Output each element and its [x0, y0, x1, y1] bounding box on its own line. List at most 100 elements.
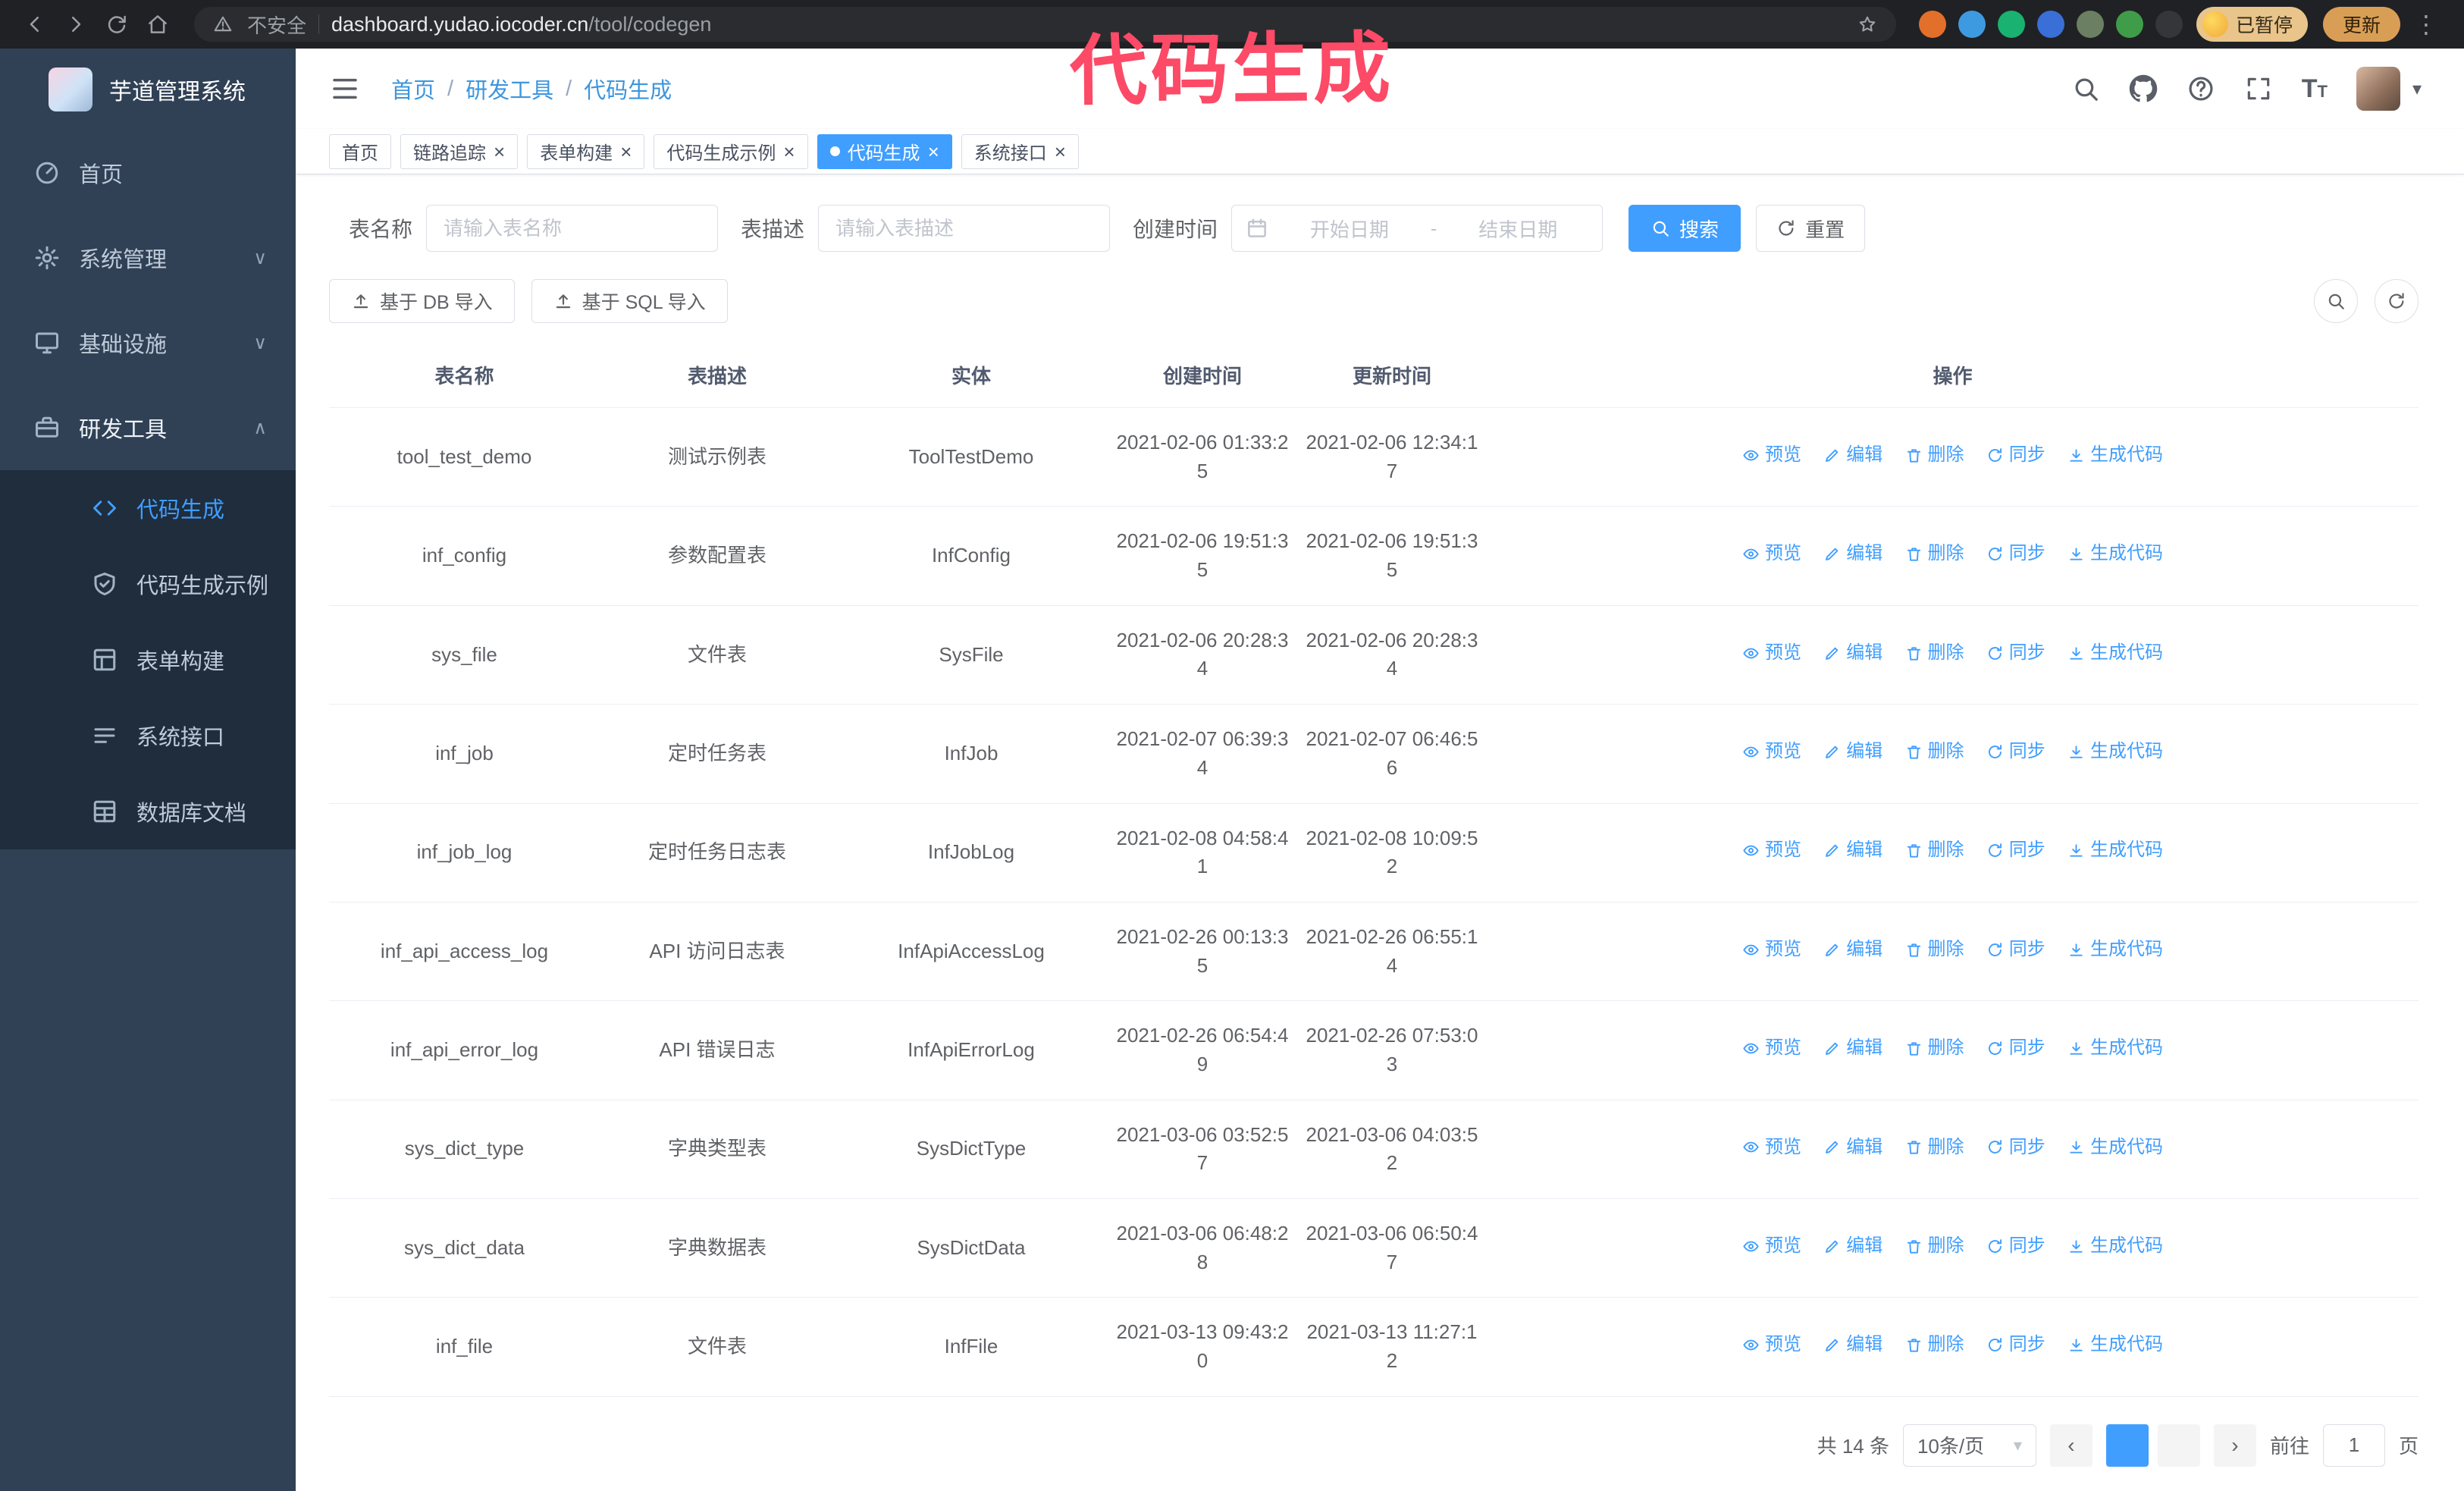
- edit-link[interactable]: 编辑: [1823, 937, 1882, 963]
- reset-button[interactable]: 重置: [1756, 205, 1866, 252]
- create-time-range-picker[interactable]: 开始日期 - 结束日期: [1231, 205, 1603, 252]
- browser-update-button[interactable]: 更新: [2322, 7, 2400, 42]
- search-button[interactable]: 搜索: [1629, 205, 1741, 252]
- sync-link[interactable]: 同步: [1986, 1135, 2045, 1161]
- table-name-input[interactable]: [426, 205, 719, 252]
- goto-page-input[interactable]: [2322, 1424, 2385, 1467]
- generate-code-link[interactable]: 生成代码: [2067, 640, 2163, 667]
- edit-link[interactable]: 编辑: [1823, 739, 1882, 765]
- edit-link[interactable]: 编辑: [1823, 1233, 1882, 1260]
- sidebar-toggle-icon[interactable]: [329, 73, 361, 105]
- sidebar-submenu-item[interactable]: 数据库文档: [0, 774, 296, 849]
- sidebar-menu-item[interactable]: 基础设施 ∨: [0, 300, 296, 385]
- toggle-search-button[interactable]: [2314, 279, 2358, 323]
- generate-code-link[interactable]: 生成代码: [2067, 1135, 2163, 1161]
- tab-close-icon[interactable]: ×: [783, 142, 795, 162]
- sidebar-menu-item[interactable]: 系统管理 ∨: [0, 215, 296, 300]
- edit-link[interactable]: 编辑: [1823, 1135, 1882, 1161]
- sidebar-submenu-item[interactable]: 表单构建: [0, 622, 296, 698]
- fullscreen-icon[interactable]: [2244, 74, 2273, 103]
- breadcrumb-item[interactable]: 首页: [391, 73, 435, 105]
- generate-code-link[interactable]: 生成代码: [2067, 837, 2163, 864]
- home-icon[interactable]: [141, 8, 174, 41]
- edit-link[interactable]: 编辑: [1823, 837, 1882, 864]
- extension-puzzle-icon[interactable]: [2155, 11, 2183, 38]
- app-logo[interactable]: 芋道管理系统: [0, 49, 296, 130]
- generate-code-link[interactable]: 生成代码: [2067, 937, 2163, 963]
- preview-link[interactable]: 预览: [1742, 442, 1801, 469]
- preview-link[interactable]: 预览: [1742, 1035, 1801, 1062]
- extension-leaf-icon[interactable]: [2115, 11, 2143, 38]
- delete-link[interactable]: 删除: [1905, 640, 1964, 667]
- preview-link[interactable]: 预览: [1742, 937, 1801, 963]
- sidebar-submenu-item[interactable]: 代码生成: [0, 470, 296, 546]
- extension-green-check-icon[interactable]: [1997, 11, 2025, 38]
- extension-people-icon[interactable]: [2036, 11, 2064, 38]
- github-icon[interactable]: [2129, 74, 2158, 103]
- preview-link[interactable]: 预览: [1742, 1233, 1801, 1260]
- page-size-select[interactable]: 10条/页 ▾: [1902, 1424, 2036, 1467]
- edit-link[interactable]: 编辑: [1823, 1035, 1882, 1062]
- edit-link[interactable]: 编辑: [1823, 640, 1882, 667]
- delete-link[interactable]: 删除: [1905, 442, 1964, 469]
- view-tab[interactable]: 首页 ×: [329, 133, 391, 169]
- sync-link[interactable]: 同步: [1986, 837, 2045, 864]
- delete-link[interactable]: 删除: [1905, 837, 1964, 864]
- refresh-table-button[interactable]: [2375, 279, 2419, 323]
- view-tab[interactable]: 系统接口 ×: [961, 133, 1079, 169]
- sidebar-menu-item[interactable]: 首页: [0, 130, 296, 215]
- extension-gray-green-icon[interactable]: [2076, 11, 2104, 38]
- generate-code-link[interactable]: 生成代码: [2067, 739, 2163, 765]
- browser-menu-icon[interactable]: ⋮: [2406, 10, 2446, 39]
- delete-link[interactable]: 删除: [1905, 937, 1964, 963]
- address-bar[interactable]: 不安全 dashboard.yudao.iocoder.cn/tool/code…: [194, 7, 1896, 42]
- next-page-button[interactable]: ›: [2213, 1424, 2256, 1467]
- tab-close-icon[interactable]: ×: [1055, 142, 1066, 162]
- sidebar-submenu-item[interactable]: 系统接口: [0, 698, 296, 774]
- page-number-button[interactable]: [2157, 1424, 2200, 1467]
- preview-link[interactable]: 预览: [1742, 640, 1801, 667]
- delete-link[interactable]: 删除: [1905, 1233, 1964, 1260]
- help-icon[interactable]: [2187, 74, 2215, 103]
- page-number-button[interactable]: [2105, 1424, 2149, 1467]
- preview-link[interactable]: 预览: [1742, 1332, 1801, 1358]
- delete-link[interactable]: 删除: [1905, 1135, 1964, 1161]
- prev-page-button[interactable]: ‹: [2049, 1424, 2093, 1467]
- edit-link[interactable]: 编辑: [1823, 541, 1882, 567]
- sync-link[interactable]: 同步: [1986, 442, 2045, 469]
- tab-close-icon[interactable]: ×: [494, 142, 505, 162]
- generate-code-link[interactable]: 生成代码: [2067, 1035, 2163, 1062]
- generate-code-link[interactable]: 生成代码: [2067, 541, 2163, 567]
- back-icon[interactable]: [18, 8, 52, 41]
- preview-link[interactable]: 预览: [1742, 739, 1801, 765]
- breadcrumb-item[interactable]: 代码生成: [584, 73, 672, 105]
- view-tab[interactable]: 链路追踪 ×: [400, 133, 519, 169]
- sync-link[interactable]: 同步: [1986, 541, 2045, 567]
- search-icon[interactable]: [2071, 74, 2100, 103]
- preview-link[interactable]: 预览: [1742, 837, 1801, 864]
- tab-close-icon[interactable]: ×: [928, 142, 939, 162]
- generate-code-link[interactable]: 生成代码: [2067, 1233, 2163, 1260]
- generate-code-link[interactable]: 生成代码: [2067, 1332, 2163, 1358]
- user-avatar[interactable]: [2356, 67, 2400, 111]
- profile-chip[interactable]: 已暂停: [2196, 7, 2308, 42]
- reload-icon[interactable]: [100, 8, 133, 41]
- breadcrumb-item[interactable]: 研发工具: [466, 73, 553, 105]
- table-desc-input[interactable]: [818, 205, 1111, 252]
- import-sql-button[interactable]: 基于 SQL 导入: [531, 279, 728, 323]
- import-db-button[interactable]: 基于 DB 导入: [329, 279, 515, 323]
- delete-link[interactable]: 删除: [1905, 739, 1964, 765]
- sidebar-menu-item[interactable]: 研发工具 ∧: [0, 385, 296, 470]
- edit-link[interactable]: 编辑: [1823, 1332, 1882, 1358]
- sidebar-submenu-item[interactable]: 代码生成示例: [0, 546, 296, 622]
- bookmark-star-icon[interactable]: [1855, 12, 1879, 36]
- view-tab[interactable]: 表单构建 ×: [527, 133, 645, 169]
- delete-link[interactable]: 删除: [1905, 1035, 1964, 1062]
- edit-link[interactable]: 编辑: [1823, 442, 1882, 469]
- sync-link[interactable]: 同步: [1986, 1233, 2045, 1260]
- extension-blue-drop-icon[interactable]: [1958, 11, 1986, 38]
- view-tab[interactable]: 代码生成示例 ×: [654, 133, 808, 169]
- sync-link[interactable]: 同步: [1986, 739, 2045, 765]
- preview-link[interactable]: 预览: [1742, 1135, 1801, 1161]
- tab-close-icon[interactable]: ×: [620, 142, 632, 162]
